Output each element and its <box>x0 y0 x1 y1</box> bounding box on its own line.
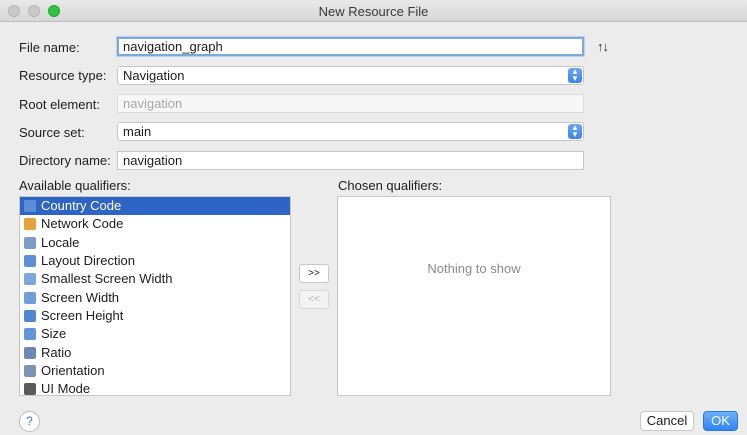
help-button[interactable]: ? <box>19 411 40 432</box>
list-item[interactable]: UI Mode <box>20 380 290 396</box>
list-item[interactable]: Locale <box>20 234 290 252</box>
screen-width-icon <box>24 291 36 304</box>
country-code-icon <box>24 200 36 213</box>
list-item[interactable]: Ratio <box>20 343 290 361</box>
list-item[interactable]: Orientation <box>20 362 290 380</box>
list-item-label: Screen Width <box>41 289 120 305</box>
list-item-label: Country Code <box>41 198 122 214</box>
list-item[interactable]: Country Code <box>20 197 290 216</box>
title-bar: New Resource File <box>0 0 747 22</box>
screen-height-icon <box>24 309 36 322</box>
directory-name-label: Directory name: <box>19 153 111 168</box>
root-element-label: Root element: <box>19 97 100 112</box>
list-item-label: Screen Height <box>41 307 124 323</box>
list-item[interactable]: Layout Direction <box>20 252 290 270</box>
directory-name-input[interactable]: navigation <box>117 151 584 170</box>
list-item-label: Size <box>41 326 67 342</box>
dropdown-arrows-icon[interactable]: ▲ ▼ <box>568 68 582 83</box>
list-item[interactable]: Size <box>20 325 290 343</box>
ok-button[interactable]: OK <box>703 411 738 431</box>
resource-type-label: Resource type: <box>19 68 107 83</box>
list-item-label: Locale <box>41 234 80 250</box>
chosen-qualifiers-label: Chosen qualifiers: <box>338 178 443 193</box>
source-set-label: Source set: <box>19 125 85 140</box>
list-item-label: Orientation <box>41 362 105 378</box>
resource-type-select[interactable]: Navigation ▲ ▼ <box>117 66 584 85</box>
available-qualifiers-list[interactable]: Country Code Network Code Locale Layout Dir… <box>19 196 291 396</box>
cancel-button[interactable]: Cancel <box>640 411 694 431</box>
root-element-input: navigation <box>117 94 584 113</box>
network-code-icon <box>24 218 36 231</box>
layout-direction-icon <box>24 255 36 268</box>
window-title: New Resource File <box>318 4 429 19</box>
file-name-label: File name: <box>19 40 80 55</box>
smallest-width-icon <box>24 273 36 286</box>
ratio-icon <box>24 346 36 359</box>
ui-mode-icon <box>24 383 36 395</box>
list-item-label: Layout Direction <box>41 253 135 269</box>
chosen-qualifiers-list[interactable]: Nothing to show <box>337 196 611 396</box>
list-item-label: UI Mode <box>41 381 91 396</box>
list-item-label: Ratio <box>41 344 72 360</box>
list-item[interactable]: Screen Height <box>20 307 290 325</box>
orientation-icon <box>24 364 36 377</box>
source-set-value: main <box>123 124 152 139</box>
empty-list-text: Nothing to show <box>427 261 521 276</box>
list-item-label: Smallest Screen Width <box>41 271 173 287</box>
dropdown-arrows-icon[interactable]: ▲ ▼ <box>568 124 582 139</box>
size-icon <box>24 328 36 341</box>
list-item[interactable]: Network Code <box>20 215 290 233</box>
available-qualifiers-label: Available qualifiers: <box>19 178 131 193</box>
file-name-input[interactable]: navigation_graph <box>117 37 584 56</box>
list-item[interactable]: Smallest Screen Width <box>20 270 290 288</box>
sort-icon[interactable]: ↑↓ <box>597 39 609 54</box>
add-qualifier-button[interactable]: >> <box>299 264 329 283</box>
list-item[interactable]: Screen Width <box>20 288 290 306</box>
resource-type-value: Navigation <box>123 68 185 83</box>
remove-qualifier-button[interactable]: << <box>299 290 329 309</box>
source-set-select[interactable]: main ▲ ▼ <box>117 122 584 141</box>
locale-icon <box>24 236 36 249</box>
list-item-label: Network Code <box>41 216 124 232</box>
